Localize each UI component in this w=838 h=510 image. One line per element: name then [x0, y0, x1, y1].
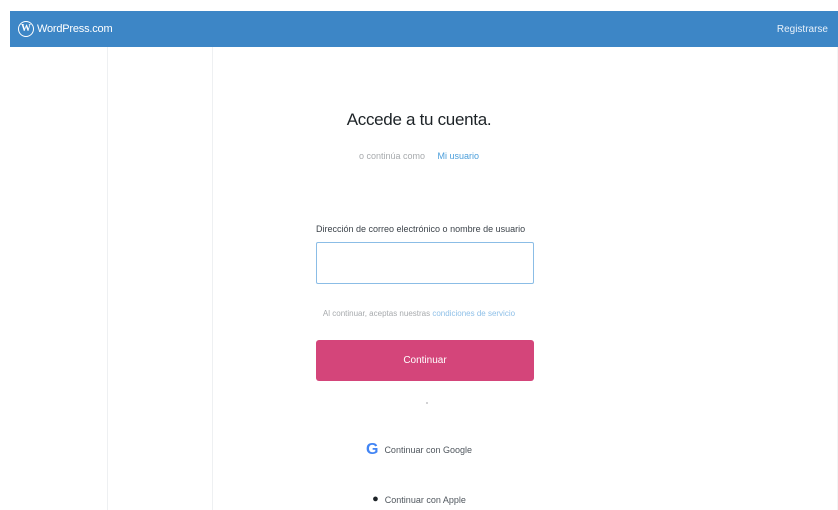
continue-button[interactable]: Continuar — [316, 340, 534, 381]
wordpress-logo-icon: W — [18, 21, 34, 37]
google-icon: G — [365, 441, 379, 458]
divider — [426, 402, 428, 404]
continue-as-prefix: o continúa como — [358, 151, 425, 161]
email-field-label: Dirección de correo electrónico o nombre… — [316, 224, 526, 234]
brand[interactable]: W WordPress.com — [18, 21, 113, 37]
brand-name: WordPress.com — [37, 23, 113, 35]
google-login-label: Continuar con Google — [384, 445, 472, 455]
google-login-button[interactable]: G Continuar con Google — [0, 442, 838, 458]
email-field[interactable] — [316, 242, 534, 284]
masthead: W WordPress.com Registrarse — [10, 11, 838, 47]
continue-as-user-link[interactable]: Mi usuario — [438, 151, 480, 161]
apple-icon: ● — [372, 493, 379, 505]
terms-prefix: Al continuar, aceptas nuestras — [322, 309, 431, 318]
terms-link[interactable]: condiciones de servicio — [432, 309, 515, 318]
apple-login-label: Continuar con Apple — [384, 494, 466, 505]
signup-link[interactable]: Registrarse — [777, 24, 828, 35]
continue-as-text: o continúa como Mi usuario — [0, 151, 838, 161]
apple-login-button[interactable]: ● Continuar con Apple — [0, 494, 838, 505]
terms-notice: Al continuar, aceptas nuestras condicion… — [0, 309, 838, 318]
page-title: Accede a tu cuenta. — [346, 110, 492, 129]
